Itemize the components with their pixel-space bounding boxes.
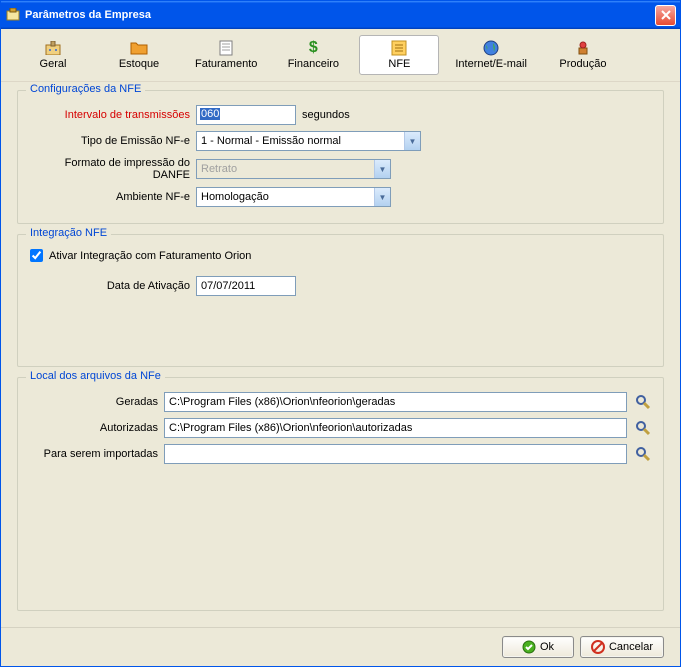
browse-autorizadas-button[interactable] — [633, 418, 653, 438]
browse-para-button[interactable] — [633, 444, 653, 464]
cancel-button[interactable]: Cancelar — [580, 636, 664, 658]
label-para-importadas: Para serem importadas — [28, 448, 158, 460]
legend-local: Local dos arquivos da NFe — [26, 370, 165, 382]
tab-label: Financeiro — [288, 58, 339, 70]
tab-faturamento[interactable]: Faturamento — [185, 35, 267, 75]
office-icon — [43, 40, 63, 56]
cancel-icon — [591, 640, 605, 654]
input-intervalo[interactable] — [196, 105, 296, 125]
titlebar: Parâmetros da Empresa — [1, 1, 680, 29]
chevron-down-icon: ▼ — [374, 188, 390, 206]
search-icon — [635, 446, 651, 462]
tab-nfe[interactable]: NFE — [359, 35, 439, 75]
input-geradas[interactable] — [164, 392, 627, 412]
fieldset-integracao-nfe: Integração NFE Ativar Integração com Fat… — [17, 234, 664, 367]
label-data-ativacao: Data de Ativação — [28, 280, 190, 292]
chevron-down-icon: ▼ — [404, 132, 420, 150]
label-intervalo: Intervalo de transmissões — [28, 109, 190, 121]
globe-icon — [481, 40, 501, 56]
label-tipo-emissao: Tipo de Emissão NF-e — [28, 135, 190, 147]
content-area: Configurações da NFE Intervalo de transm… — [1, 82, 680, 627]
toolbar: Geral Estoque Faturamento $ Financeiro N… — [1, 29, 680, 82]
tab-label: Geral — [40, 58, 67, 70]
close-button[interactable] — [655, 5, 676, 26]
folder-icon — [129, 40, 149, 56]
input-data-ativacao[interactable] — [196, 276, 296, 296]
fieldset-local-arquivos: Local dos arquivos da NFe Geradas Autori… — [17, 377, 664, 611]
tab-label: Internet/E-mail — [455, 58, 527, 70]
tab-internet[interactable]: Internet/E-mail — [445, 35, 537, 75]
input-para-importadas[interactable] — [164, 444, 627, 464]
tab-estoque[interactable]: Estoque — [99, 35, 179, 75]
window: Parâmetros da Empresa Geral Estoque Fatu… — [0, 0, 681, 667]
money-icon: $ — [303, 40, 323, 56]
ok-button[interactable]: Ok — [502, 636, 574, 658]
browse-geradas-button[interactable] — [633, 392, 653, 412]
button-bar: Ok Cancelar — [1, 627, 680, 666]
legend-integracao: Integração NFE — [26, 227, 111, 239]
fieldset-config-nfe: Configurações da NFE Intervalo de transm… — [17, 90, 664, 224]
tab-geral[interactable]: Geral — [13, 35, 93, 75]
label-autorizadas: Autorizadas — [28, 422, 158, 434]
chevron-down-icon: ▼ — [374, 160, 390, 178]
check-icon — [522, 640, 536, 654]
search-icon — [635, 394, 651, 410]
select-tipo-emissao[interactable]: 1 - Normal - Emissão normal ▼ — [196, 131, 421, 151]
tab-label: Produção — [559, 58, 606, 70]
legend-config: Configurações da NFE — [26, 83, 145, 95]
input-autorizadas[interactable] — [164, 418, 627, 438]
tab-label: NFE — [388, 58, 410, 70]
tab-producao[interactable]: Produção — [543, 35, 623, 75]
checkbox-ativar-integracao[interactable] — [30, 249, 43, 262]
label-ativar-integracao: Ativar Integração com Faturamento Orion — [49, 250, 251, 262]
label-formato-danfe: Formato de impressão do DANFE — [28, 157, 190, 181]
label-segundos: segundos — [302, 109, 350, 121]
search-icon — [635, 420, 651, 436]
doc-icon — [216, 40, 236, 56]
nfe-icon — [389, 40, 409, 56]
label-geradas: Geradas — [28, 396, 158, 408]
tab-label: Estoque — [119, 58, 159, 70]
select-ambiente[interactable]: Homologação ▼ — [196, 187, 391, 207]
gear-icon — [573, 40, 593, 56]
tab-financeiro[interactable]: $ Financeiro — [273, 35, 353, 75]
label-ambiente: Ambiente NF-e — [28, 191, 190, 203]
window-title: Parâmetros da Empresa — [25, 9, 655, 21]
app-icon — [5, 7, 21, 23]
tab-label: Faturamento — [195, 58, 257, 70]
select-formato-danfe: Retrato ▼ — [196, 159, 391, 179]
